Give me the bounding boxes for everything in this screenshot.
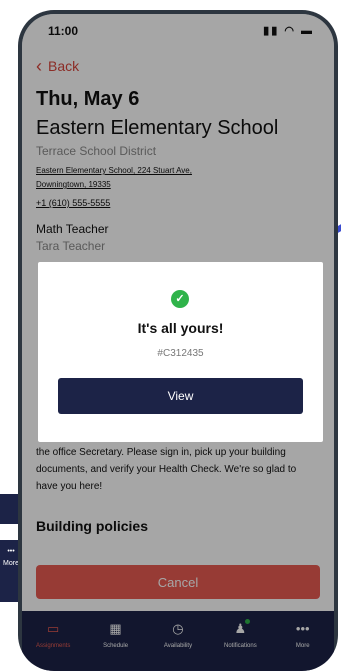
app-screen: 11:00 ▮▮ ◠ ▬ ‹ Back Thu, May 6 Eastern E… <box>22 14 334 671</box>
check-circle-icon: ✓ <box>171 290 189 308</box>
modal-title: It's all yours! <box>137 320 224 336</box>
confirmation-modal: ✓ It's all yours! #C312435 View <box>38 262 323 442</box>
confirmation-code: #C312435 <box>157 348 204 359</box>
phone-frame: 11:00 ▮▮ ◠ ▬ ‹ Back Thu, May 6 Eastern E… <box>18 10 338 671</box>
view-button[interactable]: View <box>58 378 303 414</box>
